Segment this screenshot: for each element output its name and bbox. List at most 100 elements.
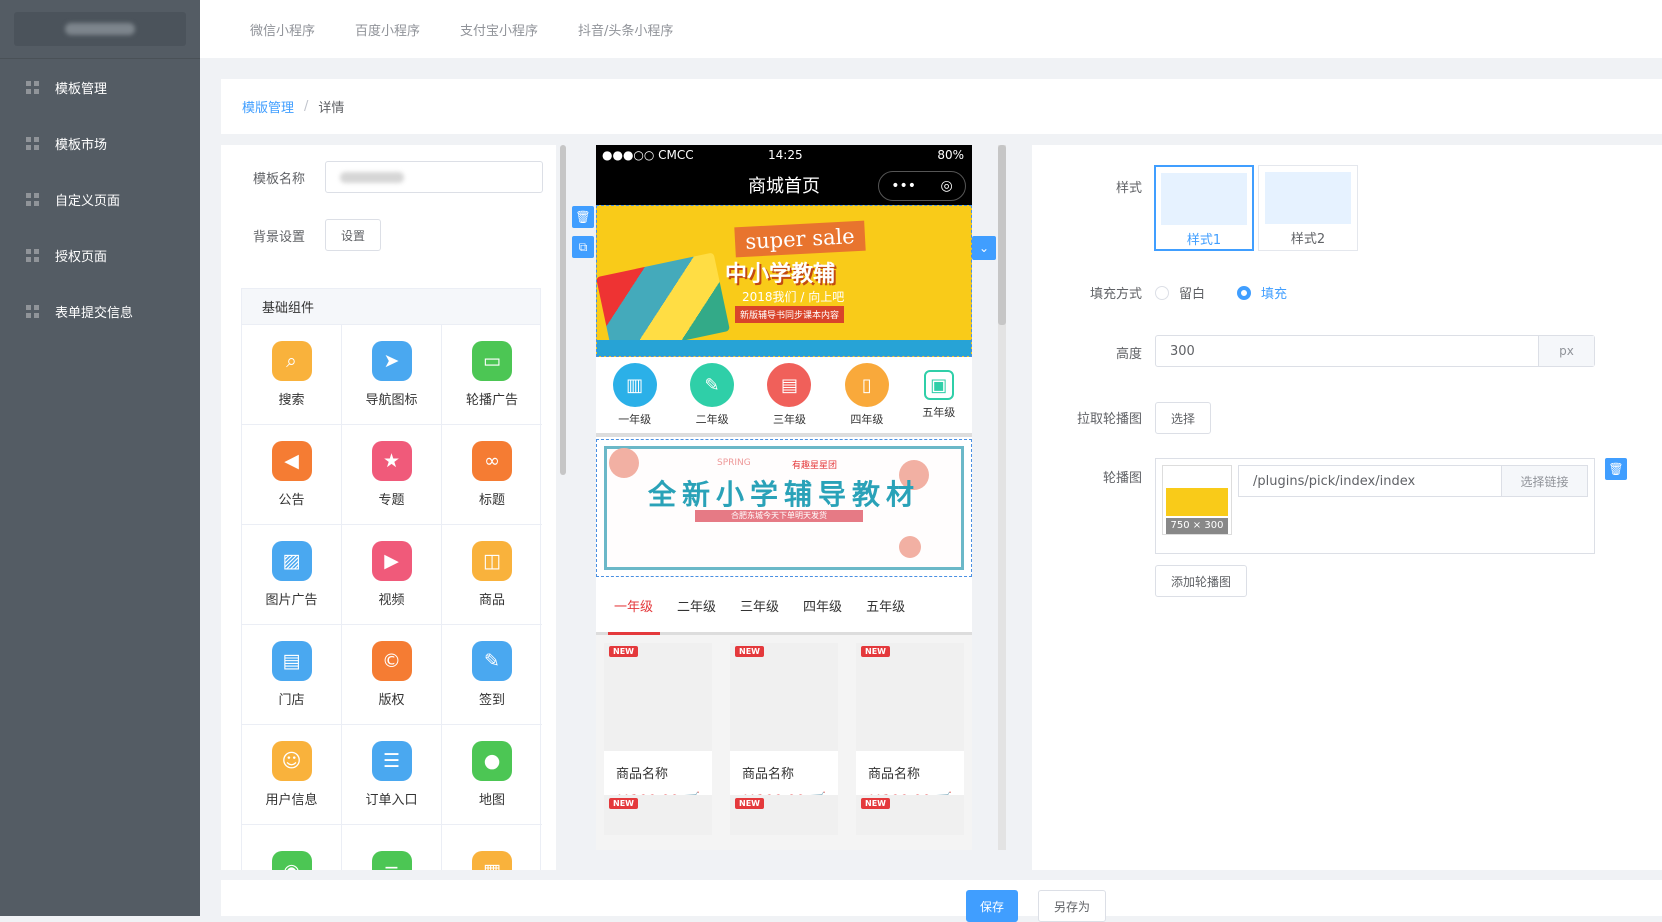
delete-carousel-icon[interactable]: 🗑 (1605, 458, 1627, 480)
product-card[interactable]: NEW (856, 795, 964, 835)
footer-actions (221, 880, 1662, 916)
preview-scrollbar[interactable] (998, 145, 1006, 325)
grid-icon (26, 192, 39, 206)
component-item[interactable]: ☺ 用户信息 (242, 725, 342, 825)
grade-nav-item[interactable]: ▤ 三年级 (767, 363, 812, 427)
sidebar-item[interactable]: 模板管理 (0, 59, 200, 115)
radio-icon (1155, 285, 1169, 300)
picture-ad-brand: 有趣星星团 (792, 461, 838, 471)
component-label: 标题 (478, 493, 505, 508)
component-item[interactable]: ▦ (442, 825, 542, 870)
component-label: 商品 (478, 593, 505, 608)
copy-component-icon[interactable]: ⧉ (572, 236, 594, 258)
left-scrollbar[interactable] (560, 145, 566, 475)
save-as-button[interactable]: 另存为 (1038, 890, 1107, 922)
tab-alipay[interactable]: 支付宝小程序 (460, 20, 538, 39)
sidebar-item[interactable]: 表单提交信息 (0, 283, 200, 339)
sidebar-item[interactable]: 授权页面 (0, 227, 200, 283)
grade-tab[interactable]: 四年级 (803, 596, 842, 615)
add-carousel-button[interactable]: 添加轮播图 (1155, 565, 1248, 597)
close-circle-icon[interactable]: ◎ (941, 178, 953, 194)
carousel-banner[interactable]: super sale 中小学教辅 2018我们 / 向上吧 新版辅导书同步课本内… (596, 205, 972, 357)
component-item[interactable]: © 版权 (342, 625, 442, 725)
height-input[interactable]: 300 px (1155, 335, 1595, 367)
background-set-button[interactable]: 设置 (325, 219, 382, 251)
breadcrumb-parent[interactable]: 模版管理 (242, 97, 294, 116)
component-item[interactable]: ✎ 签到 (442, 625, 542, 725)
product-card[interactable]: NEW (604, 795, 712, 835)
sidebar-item[interactable]: 模板市场 (0, 115, 200, 171)
grade-nav-item[interactable]: ▥ 一年级 (612, 363, 657, 427)
height-value[interactable]: 300 (1156, 344, 1538, 359)
fill-option-blank[interactable]: 留白 (1155, 283, 1205, 302)
template-name-input[interactable] (325, 161, 543, 193)
grade-nav-item[interactable]: ▣ 五年级 (922, 370, 955, 420)
active-tab-indicator (608, 632, 660, 635)
grade-nav-label: 四年级 (850, 413, 884, 426)
template-name-label: 模板名称 (253, 171, 306, 187)
component-item[interactable]: ▤ 门店 (242, 625, 342, 725)
carousel-link-input[interactable]: /plugins/pick/index/index 选择链接 (1238, 465, 1588, 497)
component-item[interactable]: ● 地图 (442, 725, 542, 825)
component-item[interactable]: ≡ (342, 825, 442, 870)
tab-wechat[interactable]: 微信小程序 (250, 20, 315, 39)
save-button[interactable]: 保存 (966, 890, 1019, 922)
component-item[interactable]: ☰ 订单入口 (342, 725, 442, 825)
component-item[interactable]: ▨ 图片广告 (242, 525, 342, 625)
delete-component-icon[interactable]: 🗑 (572, 206, 594, 228)
grade-tab[interactable]: 三年级 (740, 596, 779, 615)
chevron-down-icon[interactable]: ⌄ (972, 236, 996, 260)
battery: 80% (937, 148, 964, 162)
radio-label: 填充 (1261, 287, 1288, 302)
picture-ad[interactable]: SPRING 有趣星星团 全新小学辅导教材 合肥东城今天下单明天发货 (596, 439, 972, 577)
banner-title: 中小学教辅 (725, 262, 836, 287)
component-label: 用户信息 (265, 793, 318, 808)
select-link-button[interactable]: 选择链接 (1501, 466, 1587, 496)
sidebar-item-label: 模板市场 (55, 137, 108, 153)
component-item[interactable]: ◉ (242, 825, 342, 870)
component-item[interactable]: ⌕ 搜索 (242, 325, 342, 425)
video-icon: ▶ (371, 541, 412, 581)
component-item[interactable]: ∞ 标题 (442, 425, 542, 525)
pull-carousel-select-button[interactable]: 选择 (1155, 402, 1212, 434)
more-icon[interactable]: ••• (891, 178, 916, 194)
flower-decoration (899, 536, 921, 558)
style-option-2[interactable]: 样式2 (1258, 165, 1358, 251)
component-item[interactable]: ➤ 导航图标 (342, 325, 442, 425)
grade-nav-item[interactable]: ✎ 二年级 (690, 363, 735, 427)
grade-tab[interactable]: 二年级 (677, 596, 716, 615)
fill-option-fill[interactable]: 填充 (1237, 283, 1287, 302)
style-option-1[interactable]: 样式1 (1154, 165, 1254, 251)
grade-icon-nav: ▥ 一年级 ✎ 二年级 ▤ 三年级 ▯ 四年级 ▣ 五年级 (596, 357, 972, 437)
carousel-icon: ▭ (472, 341, 512, 381)
pen-icon: ✎ (472, 641, 512, 681)
component-item[interactable]: ★ 专题 (342, 425, 442, 525)
grade-tab[interactable]: 一年级 (614, 596, 653, 615)
radio-checked-icon (1237, 285, 1251, 300)
tab-douyin[interactable]: 抖音/头条小程序 (578, 20, 673, 39)
style-preview (1161, 173, 1247, 225)
megaphone-icon: ◀ (271, 441, 312, 481)
carousel-link-value[interactable]: /plugins/pick/index/index (1239, 474, 1501, 489)
component-item[interactable]: ◫ 商品 (442, 525, 542, 625)
tab-baidu[interactable]: 百度小程序 (355, 20, 420, 39)
list-icon: ≡ (371, 850, 412, 870)
component-item[interactable]: ▶ 视频 (342, 525, 442, 625)
picture-icon: ▦ (472, 850, 512, 870)
image-icon: ▨ (271, 541, 312, 581)
grade-nav-item[interactable]: ▯ 四年级 (844, 363, 889, 427)
capsule-menu[interactable]: ••• ◎ (878, 171, 966, 201)
sidebar-item[interactable]: 自定义页面 (0, 171, 200, 227)
component-item[interactable]: ◀ 公告 (242, 425, 342, 525)
component-item[interactable]: ▭ 轮播广告 (442, 325, 542, 425)
product-card[interactable]: NEW (730, 795, 838, 835)
book-icon: ▤ (767, 363, 812, 407)
pull-carousel-label: 拉取轮播图 (1076, 412, 1142, 427)
banner-tagline: 新版辅导书同步课本内容 (735, 306, 845, 323)
component-label: 搜索 (278, 393, 305, 408)
carousel-image (1166, 488, 1228, 516)
carousel-thumbnail[interactable]: 750 × 300 (1162, 465, 1232, 535)
grade-nav-label: 一年级 (618, 413, 652, 426)
new-badge: NEW (609, 798, 638, 809)
grade-tab[interactable]: 五年级 (866, 596, 905, 615)
